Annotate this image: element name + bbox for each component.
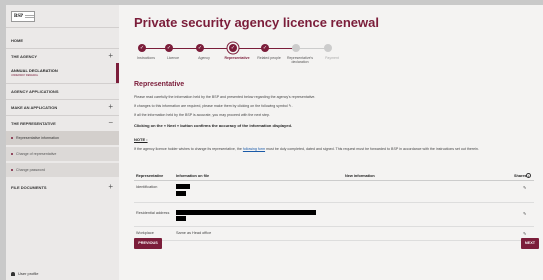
user-profile[interactable]: User profile xyxy=(11,271,38,276)
step-check-icon: ✓ xyxy=(261,44,269,52)
section-title: Representative xyxy=(134,81,185,88)
collapse-icon[interactable]: − xyxy=(108,118,113,127)
confirm-text: Clicking on the « Next » button confirms… xyxy=(134,123,293,128)
sidebar-item-change-password[interactable]: Change password xyxy=(6,163,119,177)
expand-icon[interactable]: + xyxy=(108,182,113,191)
note-label: NOTE : xyxy=(134,137,148,142)
logo: BSP xyxy=(6,5,119,27)
sidebar-item-home[interactable]: HOME xyxy=(6,38,119,43)
table-row: Identification ✎ xyxy=(134,181,534,203)
step-label: Instructions xyxy=(137,56,155,60)
representative-table: Representative Information on file New i… xyxy=(134,170,534,241)
edit-icon[interactable]: ✎ xyxy=(523,231,529,237)
step-current-icon: ✓ xyxy=(229,44,237,52)
table-row: Residential address ✎ xyxy=(134,203,534,227)
step-label: Payment xyxy=(325,56,339,60)
sidebar-item-applications[interactable]: AGENCY APPLICATIONS xyxy=(6,89,119,94)
sidebar-item-annual-declaration[interactable]: ANNUAL DECLARATION UNDERWAY RENEWAL xyxy=(6,63,119,83)
step-label: Agency xyxy=(198,56,210,60)
step-pending-icon xyxy=(324,44,332,52)
next-button[interactable]: NEXT xyxy=(521,238,539,249)
sidebar: BSP HOME THE AGENCY + ANNUAL DECLARATION … xyxy=(6,5,119,280)
expand-icon[interactable]: + xyxy=(108,102,113,111)
sidebar-item-make-application[interactable]: MAKE AN APPLICATION + xyxy=(6,102,119,111)
expand-icon[interactable]: + xyxy=(108,51,113,60)
edit-icon[interactable]: ✎ xyxy=(523,185,529,191)
step-pending-icon xyxy=(292,44,300,52)
sidebar-item-agency[interactable]: THE AGENCY + xyxy=(6,51,119,60)
progress-stepper: ✓ ✓ ✓ ✓ ✓ Instructions Licence Agency Re… xyxy=(134,41,364,67)
step-label: Representative's declaration xyxy=(287,56,313,64)
edit-icon[interactable]: ✎ xyxy=(523,211,529,217)
table-header: Representative Information on file New i… xyxy=(134,170,534,181)
instruction-text: If all the information held by the BSP i… xyxy=(134,113,270,117)
step-check-icon: ✓ xyxy=(138,44,146,52)
step-check-icon: ✓ xyxy=(196,44,204,52)
user-icon xyxy=(11,271,15,276)
instruction-text: If changes to this information are requi… xyxy=(134,104,293,108)
page-title: Private security agency licence renewal xyxy=(134,15,379,30)
info-icon[interactable]: i xyxy=(526,173,531,178)
step-label: Representative xyxy=(224,56,250,60)
table-row: Workplace Same as Head office ✎ xyxy=(134,227,534,241)
edit-icon: ✎ xyxy=(288,104,292,108)
step-label: Licence xyxy=(166,56,180,60)
sidebar-item-rep-info[interactable]: Representative information xyxy=(6,131,119,145)
following-form-link[interactable]: following form xyxy=(243,147,265,151)
instruction-text: Please read carefully the information he… xyxy=(134,95,316,99)
step-label: Related people xyxy=(257,56,281,60)
main-content: Private security agency licence renewal … xyxy=(119,5,543,280)
sidebar-item-representative[interactable]: THE REPRESENTATIVE − xyxy=(6,118,119,127)
previous-button[interactable]: PREVIOUS xyxy=(134,238,162,249)
step-check-icon: ✓ xyxy=(165,44,173,52)
note-text: If the agency licence holder wishes to c… xyxy=(134,147,479,151)
sidebar-item-file-documents[interactable]: FILE DOCUMENTS + xyxy=(6,182,119,191)
sidebar-item-change-rep[interactable]: Change of representative xyxy=(6,147,119,161)
